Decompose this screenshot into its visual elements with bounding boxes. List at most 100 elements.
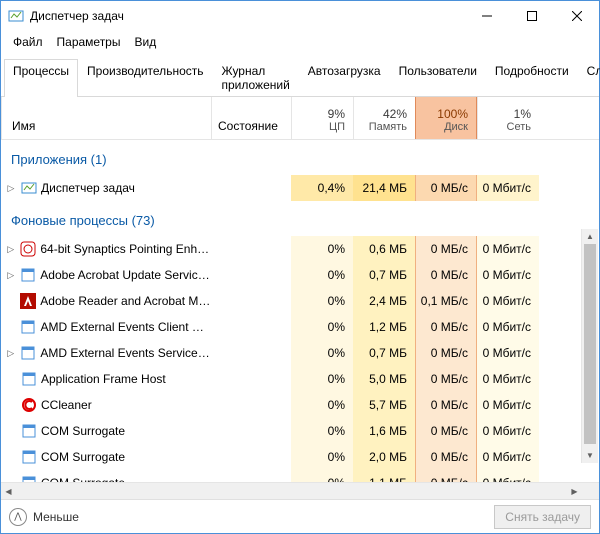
disk-value: 0 МБ/с: [415, 236, 477, 262]
process-list[interactable]: Приложения (1)▷Диспетчер задач0,4%21,4 М…: [1, 140, 599, 482]
menu-options[interactable]: Параметры: [51, 33, 127, 51]
fewer-details-button[interactable]: ⋀ Меньше: [9, 508, 79, 526]
expand-icon[interactable]: ▷: [5, 244, 16, 255]
cpu-value: 0%: [291, 444, 353, 470]
expand-icon[interactable]: ▷: [5, 183, 17, 194]
end-task-button[interactable]: Снять задачу: [494, 505, 591, 529]
expand-icon[interactable]: ▷: [5, 270, 16, 281]
process-name: COM Surrogate: [41, 450, 125, 464]
memory-value: 0,7 МБ: [353, 340, 415, 366]
scroll-up-icon[interactable]: ▲: [582, 229, 598, 244]
col-disk[interactable]: 100%Диск: [415, 97, 477, 139]
process-icon: [20, 267, 36, 283]
process-icon: [20, 319, 36, 335]
network-value: 0 Мбит/с: [477, 262, 539, 288]
process-name: Adobe Acrobat Update Service (...: [40, 268, 211, 282]
menu-view[interactable]: Вид: [128, 33, 162, 51]
disk-value: 0 МБ/с: [415, 340, 477, 366]
table-row[interactable]: ▷Диспетчер задач0,4%21,4 МБ0 МБ/с0 Мбит/…: [1, 175, 599, 201]
tab-performance[interactable]: Производительность: [78, 59, 212, 97]
disk-value: 0,1 МБ/с: [415, 288, 477, 314]
cpu-value: 0%: [291, 470, 353, 482]
disk-value: 0 МБ/с: [415, 418, 477, 444]
process-name: COM Surrogate: [41, 424, 125, 438]
disk-value: 0 МБ/с: [415, 366, 477, 392]
process-icon: [21, 449, 37, 465]
memory-value: 21,4 МБ: [353, 175, 415, 201]
process-grid: Имя Состояние 9%ЦП 42%Память 100%Диск 1%…: [1, 97, 599, 482]
tab-processes[interactable]: Процессы: [4, 59, 78, 97]
tab-users[interactable]: Пользователи: [390, 59, 486, 97]
process-icon: [20, 345, 36, 361]
network-value: 0 Мбит/с: [477, 470, 539, 482]
table-row[interactable]: CCleaner0%5,7 МБ0 МБ/с0 Мбит/с: [1, 392, 599, 418]
vertical-scrollbar[interactable]: ▲ ▼: [581, 229, 598, 463]
table-row[interactable]: ▷ 64-bit Synaptics Pointing Enhan... 0%0,6…: [1, 236, 599, 262]
table-row[interactable]: ▷AMD External Events Service M...0%0,7 М…: [1, 340, 599, 366]
tab-details[interactable]: Подробности: [486, 59, 578, 97]
memory-value: 0,6 МБ: [353, 236, 415, 262]
process-icon: [21, 371, 37, 387]
col-memory[interactable]: 42%Память: [353, 97, 415, 139]
scrollbar-thumb[interactable]: [584, 244, 596, 444]
process-icon: [20, 241, 36, 257]
network-value: 0 Мбит/с: [477, 366, 539, 392]
footer: ⋀ Меньше Снять задачу: [1, 499, 599, 533]
cpu-value: 0%: [291, 236, 353, 262]
col-state[interactable]: Состояние: [211, 97, 291, 139]
expand-icon[interactable]: ▷: [5, 348, 16, 359]
memory-value: 5,0 МБ: [353, 366, 415, 392]
scroll-down-icon[interactable]: ▼: [582, 448, 598, 463]
titlebar[interactable]: Диспетчер задач: [1, 1, 599, 31]
taskmgr-icon: [8, 8, 24, 24]
column-headers: Имя Состояние 9%ЦП 42%Память 100%Диск 1%…: [1, 97, 599, 140]
process-name: Диспетчер задач: [41, 181, 135, 195]
cpu-value: 0%: [291, 340, 353, 366]
tab-services[interactable]: Службы: [578, 59, 600, 97]
network-value: 0 Мбит/с: [477, 418, 539, 444]
process-icon: [21, 475, 37, 482]
memory-value: 1,1 МБ: [353, 470, 415, 482]
table-row[interactable]: ▷Adobe Acrobat Update Service (...0%0,7 …: [1, 262, 599, 288]
process-icon: [21, 423, 37, 439]
cpu-value: 0%: [291, 366, 353, 392]
memory-value: 1,6 МБ: [353, 418, 415, 444]
table-row[interactable]: COM Surrogate0%1,6 МБ0 МБ/с0 Мбит/с: [1, 418, 599, 444]
process-icon: [21, 180, 37, 196]
scroll-right-icon[interactable]: ▶: [567, 483, 582, 499]
table-row[interactable]: Application Frame Host 0%5,0 МБ0 МБ/с0 Мб…: [1, 366, 599, 392]
table-row[interactable]: Adobe Reader and Acrobat Man...0%2,4 МБ0…: [1, 288, 599, 314]
close-button[interactable]: [554, 1, 599, 31]
network-value: 0 Мбит/с: [477, 444, 539, 470]
scroll-left-icon[interactable]: ◀: [1, 483, 16, 499]
disk-value: 0 МБ/с: [415, 392, 477, 418]
menubar: Файл Параметры Вид: [1, 31, 599, 56]
horizontal-scrollbar[interactable]: ◀ ▶: [1, 482, 599, 499]
col-network[interactable]: 1%Сеть: [477, 97, 539, 139]
process-name: 64-bit Synaptics Pointing Enhan...: [40, 242, 211, 256]
tab-startup[interactable]: Автозагрузка: [299, 59, 390, 97]
window-title: Диспетчер задач: [30, 9, 464, 23]
col-name[interactable]: Имя: [1, 97, 211, 139]
minimize-button[interactable]: [464, 1, 509, 31]
memory-value: 0,7 МБ: [353, 262, 415, 288]
cpu-value: 0%: [291, 314, 353, 340]
memory-value: 2,4 МБ: [353, 288, 415, 314]
table-row[interactable]: COM Surrogate0%2,0 МБ0 МБ/с0 Мбит/с: [1, 444, 599, 470]
memory-value: 2,0 МБ: [353, 444, 415, 470]
process-icon: [20, 293, 36, 309]
tabs: Процессы Производительность Журнал прило…: [1, 58, 599, 97]
network-value: 0 Мбит/с: [477, 236, 539, 262]
tab-app-history[interactable]: Журнал приложений: [213, 59, 299, 97]
table-row[interactable]: AMD External Events Client Mo...0%1,2 МБ…: [1, 314, 599, 340]
disk-value: 0 МБ/с: [415, 262, 477, 288]
maximize-button[interactable]: [509, 1, 554, 31]
col-cpu[interactable]: 9%ЦП: [291, 97, 353, 139]
menu-file[interactable]: Файл: [7, 33, 49, 51]
memory-value: 1,2 МБ: [353, 314, 415, 340]
table-row[interactable]: COM Surrogate0%1,1 МБ0 МБ/с0 Мбит/с: [1, 470, 599, 482]
process-name: Adobe Reader and Acrobat Man...: [40, 294, 211, 308]
disk-value: 0 МБ/с: [415, 175, 477, 201]
process-name: Application Frame Host: [41, 372, 166, 386]
cpu-value: 0,4%: [291, 175, 353, 201]
